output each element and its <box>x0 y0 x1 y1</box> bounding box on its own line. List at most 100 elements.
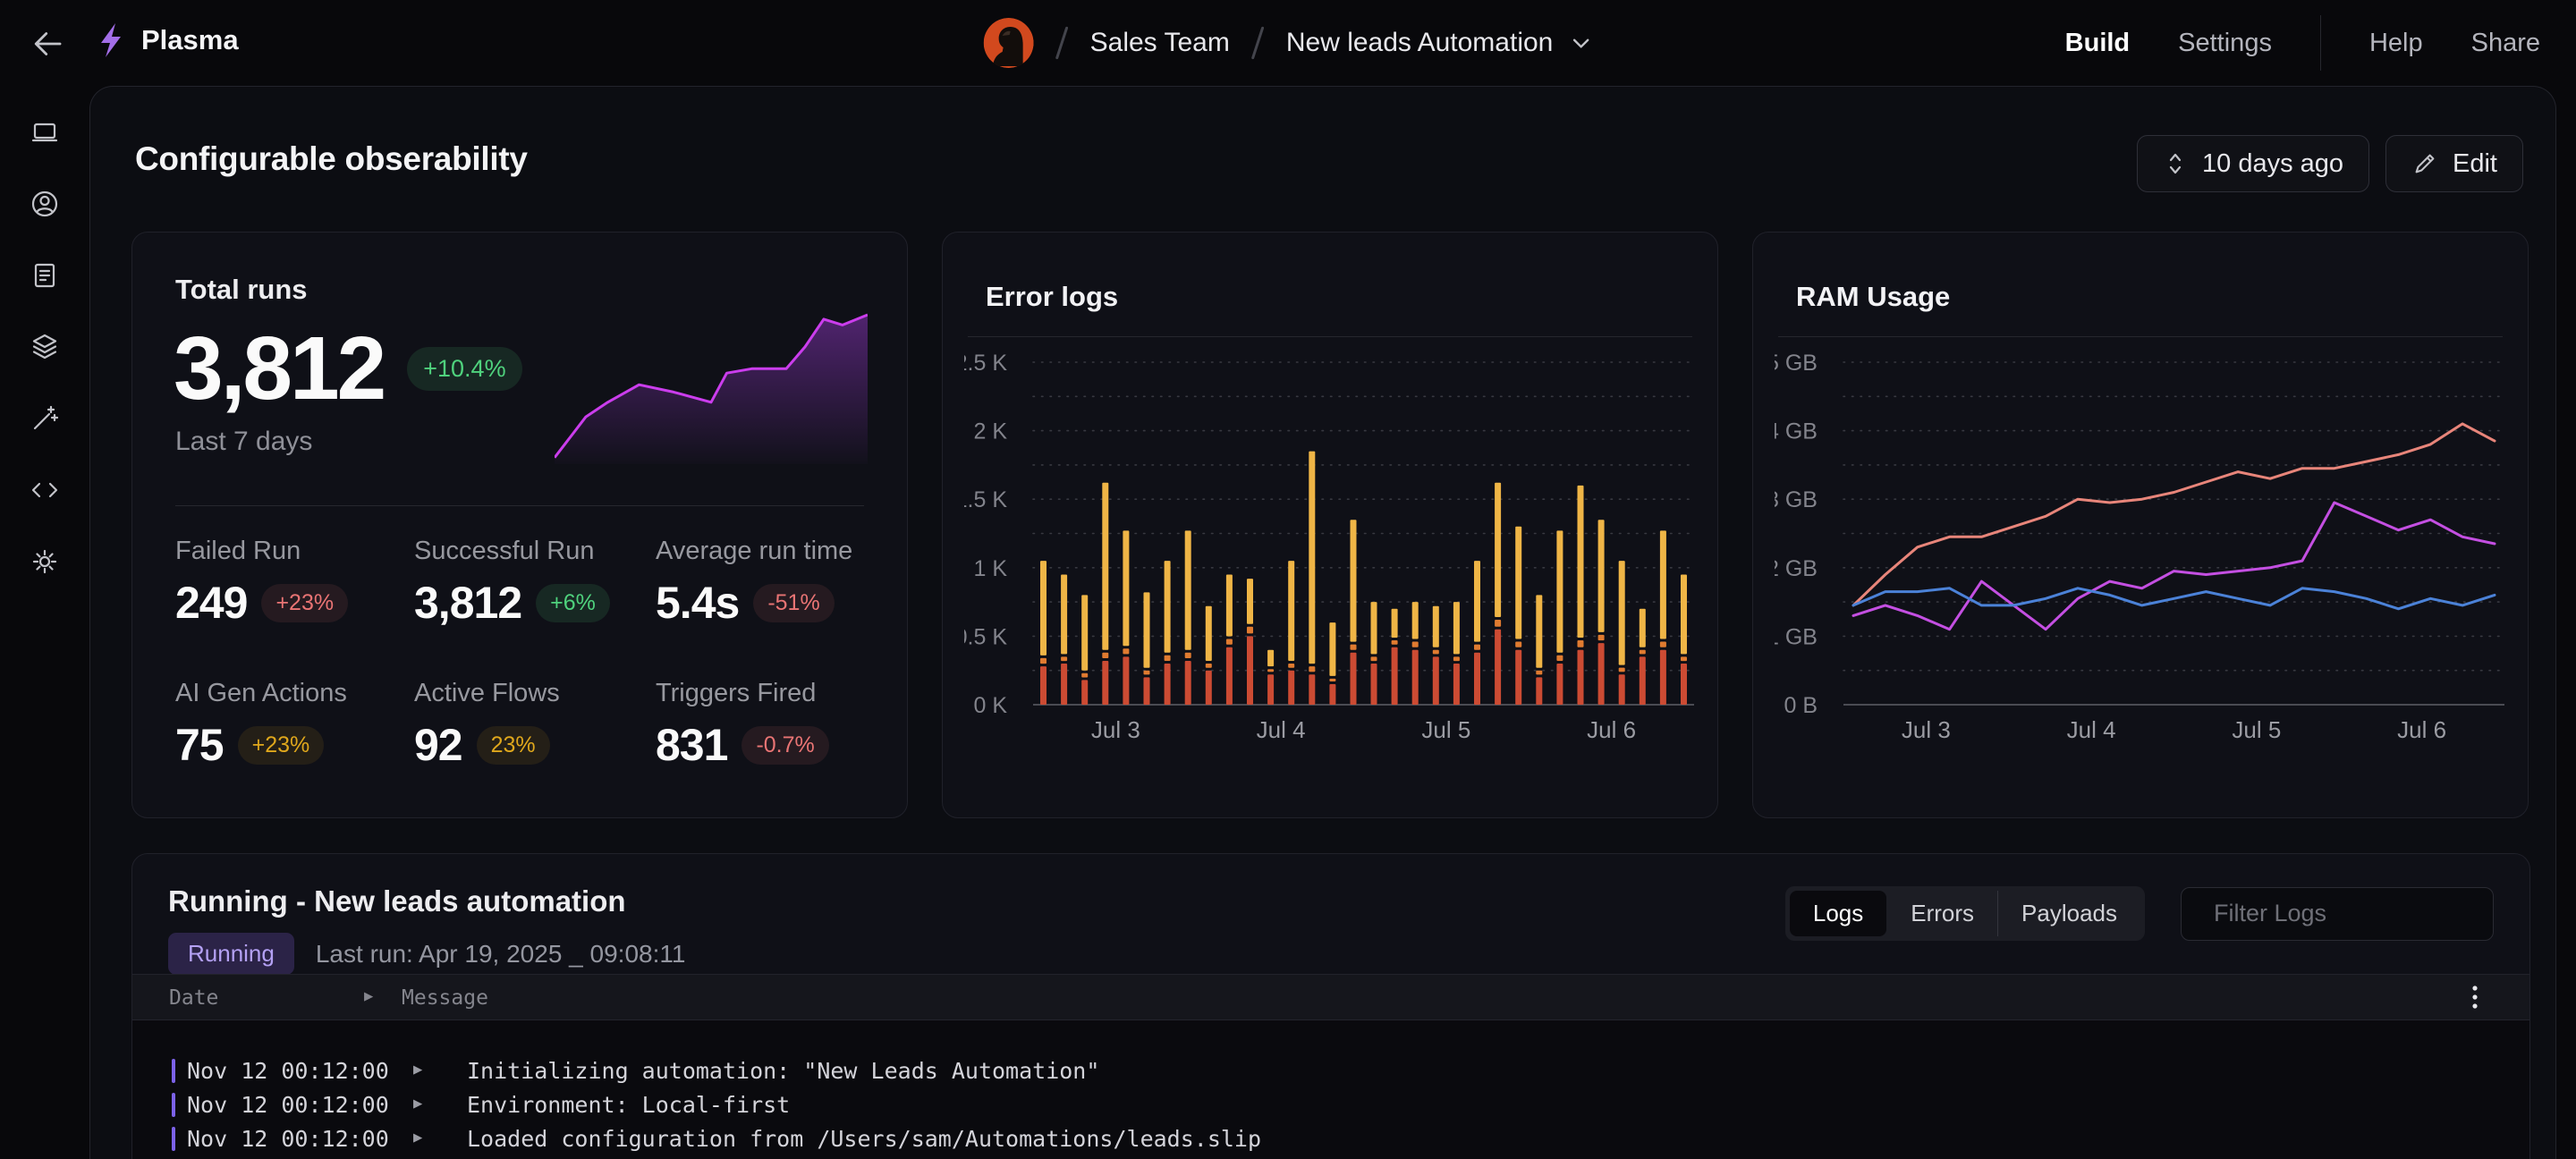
user-icon <box>29 188 61 220</box>
main-panel: Configurable obserability 10 days ago Ed… <box>89 86 2556 1159</box>
total-runs-delta-badge: +10.4% <box>407 347 521 391</box>
edit-button[interactable]: Edit <box>2385 135 2523 192</box>
tab-payloads[interactable]: Payloads <box>1997 891 2140 936</box>
expand-row-icon: ▶ <box>413 1129 422 1146</box>
log-date: Nov 12 00:12:00 <box>187 1058 389 1084</box>
breadcrumb-divider <box>1251 26 1265 59</box>
log-row[interactable]: Nov 12 00:12:00▶Loaded configuration fro… <box>132 1122 2529 1156</box>
error-logs-title: Error logs <box>986 281 1717 313</box>
stat-delta-badge: -0.7% <box>741 726 828 765</box>
breadcrumb-automation[interactable]: New leads Automation <box>1286 28 1593 58</box>
nav-links: Build Settings Help Share <box>2065 0 2540 86</box>
stat-item: Average run time 5.4s -51% <box>656 537 880 629</box>
brand[interactable]: Plasma <box>93 21 239 59</box>
stat-label: Active Flows <box>414 679 656 708</box>
svg-text:Jul 4: Jul 4 <box>2067 716 2116 743</box>
log-tabs: LogsErrorsPayloads <box>1785 886 2145 941</box>
back-button[interactable] <box>27 23 68 64</box>
svg-text:2 K: 2 K <box>973 419 1007 444</box>
nav-share[interactable]: Share <box>2471 29 2540 58</box>
card-divider <box>1778 336 2503 337</box>
log-date: Nov 12 00:12:00 <box>187 1092 389 1118</box>
sidebar-item-user[interactable] <box>9 168 80 240</box>
svg-text:1 GB: 1 GB <box>1775 624 1818 649</box>
notes-icon <box>29 259 61 292</box>
stat-value: 75 <box>175 719 224 771</box>
stat-delta-badge: -51% <box>753 584 834 622</box>
chevron-down-icon <box>1569 31 1592 55</box>
run-log-panel: Running - New leads automation Running L… <box>131 853 2530 1159</box>
kebab-menu-icon <box>2462 982 2488 1012</box>
date-range-button[interactable]: 10 days ago <box>2137 135 2369 192</box>
svg-text:5 GB: 5 GB <box>1775 351 1818 376</box>
sidebar-item-code[interactable] <box>9 454 80 526</box>
status-badge: Running <box>168 933 294 975</box>
monitor-icon <box>29 116 61 148</box>
log-row-marker <box>172 1059 175 1083</box>
log-date: Nov 12 00:12:00 <box>187 1126 389 1152</box>
metric-cards: Total runs 3,812 +10.4% Last 7 days Fail… <box>131 232 2529 818</box>
edit-label: Edit <box>2453 149 2497 179</box>
svg-text:1 K: 1 K <box>973 556 1007 581</box>
svg-text:4 GB: 4 GB <box>1775 419 1818 444</box>
svg-text:Jul 4: Jul 4 <box>1257 716 1306 743</box>
stat-delta-badge: +23% <box>261 584 348 622</box>
stat-label: Triggers Fired <box>656 679 880 708</box>
svg-text:Jul 5: Jul 5 <box>2232 716 2281 743</box>
nav-build[interactable]: Build <box>2065 29 2131 58</box>
column-date: Date <box>169 986 218 1010</box>
expand-row-icon: ▶ <box>413 1061 422 1079</box>
error-logs-card: Error logs 0 K0.5 K1 K1.5 K2 K2.5 KJul 3… <box>942 232 1718 818</box>
sidebar-item-settings[interactable] <box>9 526 80 597</box>
stat-item: AI Gen Actions75+23% <box>175 679 414 771</box>
log-row-marker <box>172 1093 175 1117</box>
stat-label: AI Gen Actions <box>175 679 414 708</box>
table-menu-button[interactable] <box>2462 982 2488 1015</box>
breadcrumb-automation-label: New leads Automation <box>1286 28 1554 58</box>
breadcrumb-team[interactable]: Sales Team <box>1090 28 1230 58</box>
expand-row-icon: ▶ <box>413 1095 422 1112</box>
nav-settings[interactable]: Settings <box>2178 29 2272 58</box>
stat-label: Successful Run <box>414 537 656 566</box>
breadcrumb: Sales Team New leads Automation <box>984 0 1593 86</box>
svg-text:Jul 6: Jul 6 <box>1587 716 1636 743</box>
stat-value: 831 <box>656 719 727 771</box>
filter-logs-field[interactable] <box>2181 887 2494 941</box>
tab-logs[interactable]: Logs <box>1790 891 1886 936</box>
sidebar-item-notes[interactable] <box>9 240 80 311</box>
card-divider <box>968 336 1692 337</box>
sidebar-item-wand[interactable] <box>9 383 80 454</box>
svg-text:3 GB: 3 GB <box>1775 487 1818 512</box>
brand-name: Plasma <box>141 24 239 56</box>
avatar-image <box>984 18 1034 68</box>
log-row[interactable]: Nov 12 00:12:00▶Initializing automation:… <box>132 1054 2529 1088</box>
back-arrow-icon <box>27 23 68 64</box>
stat-label: Average run time <box>656 537 880 566</box>
svg-text:0 B: 0 B <box>1784 693 1818 718</box>
code-icon <box>29 474 61 506</box>
stat-item: Triggers Fired 831 -0.7% <box>656 679 880 771</box>
error-logs-chart: 0 K0.5 K1 K1.5 K2 K2.5 KJul 3Jul 4Jul 5J… <box>964 349 1698 769</box>
stat-value: 3,812 <box>414 577 521 629</box>
run-stats-grid: Failed Run249+23%Successful Run3,812+6%A… <box>175 537 880 771</box>
svg-text:0.5 K: 0.5 K <box>964 624 1007 649</box>
avatar[interactable] <box>984 18 1034 68</box>
column-message: Message <box>402 986 488 1010</box>
layers-icon <box>29 331 61 363</box>
log-table-header: Date ▶ Message <box>132 974 2529 1020</box>
filter-logs-input[interactable] <box>2214 900 2530 927</box>
breadcrumb-divider <box>1055 26 1069 59</box>
total-runs-title: Total runs <box>175 274 907 306</box>
sidebar-item-monitor[interactable] <box>9 97 80 168</box>
run-controls: LogsErrorsPayloads <box>1785 886 2494 941</box>
svg-text:Jul 5: Jul 5 <box>1421 716 1470 743</box>
sidebar <box>0 86 89 1159</box>
stat-value: 5.4s <box>656 577 739 629</box>
top-navbar: Plasma Sales Team New leads Automation B… <box>0 0 2576 86</box>
log-row[interactable]: Nov 12 00:12:00▶Environment: Local-first <box>132 1088 2529 1122</box>
nav-help[interactable]: Help <box>2369 29 2423 58</box>
stat-item: Failed Run249+23% <box>175 537 414 629</box>
sidebar-item-layers[interactable] <box>9 311 80 383</box>
expand-column-icon: ▶ <box>364 987 373 1005</box>
tab-errors[interactable]: Errors <box>1886 891 1997 936</box>
